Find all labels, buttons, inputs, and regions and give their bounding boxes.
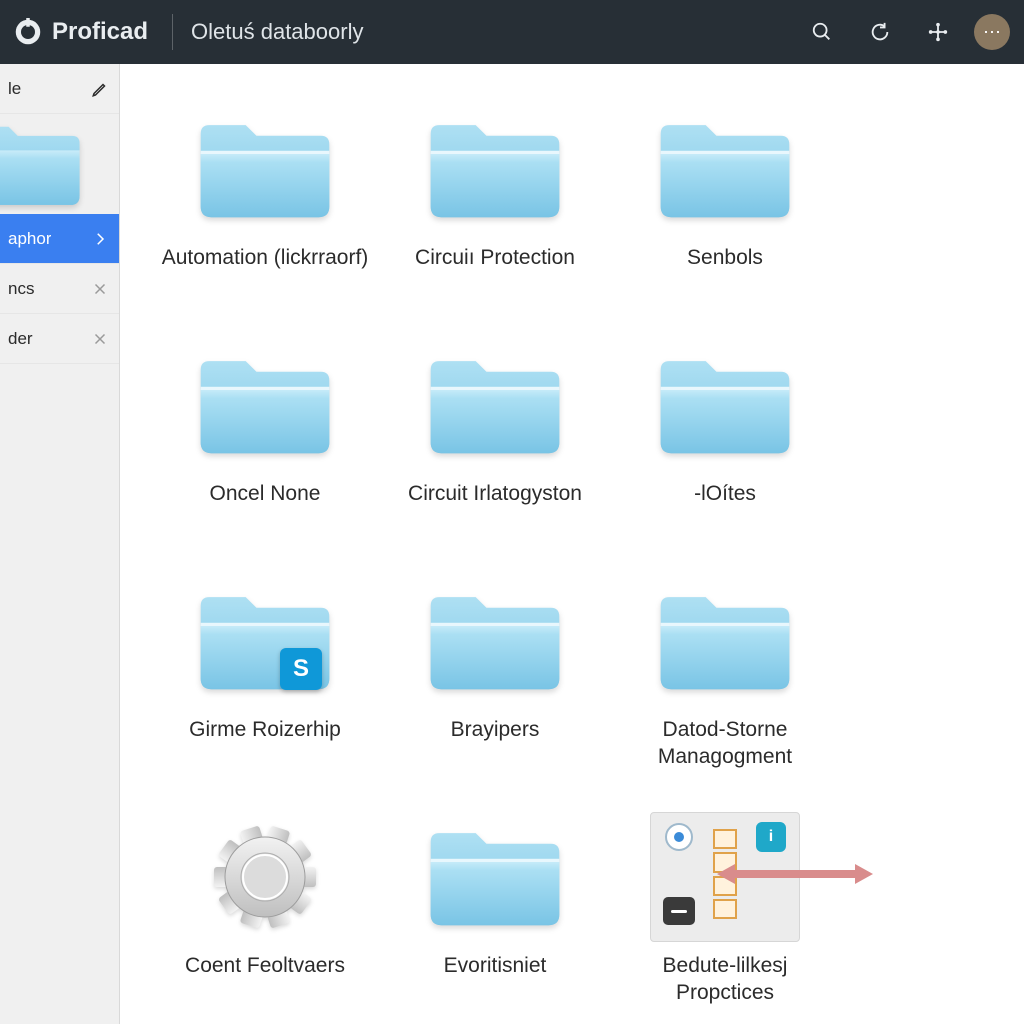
brand-name: Proficad — [52, 18, 148, 46]
grid-item[interactable]: Coent Feoltvaers — [150, 802, 380, 1008]
grid-item-label: Datod-Storne Managogment — [610, 716, 840, 772]
badge-icon: S — [280, 648, 322, 690]
sidebar-item-der[interactable]: der — [0, 314, 119, 364]
grid-item-label: Circuit Irlatogyston — [404, 480, 586, 536]
sidebar-item-label: der — [8, 329, 33, 349]
grid-item-label: Circuiı Protection — [411, 244, 579, 300]
folder-icon — [420, 109, 570, 229]
grid-item-label: Girme Roizerhip — [185, 716, 345, 772]
folder-icon — [650, 581, 800, 701]
refresh-icon — [869, 21, 891, 43]
grid-item-label: Oncel None — [206, 480, 325, 536]
search-icon — [811, 21, 833, 43]
sidebar: le aphor ncs der — [0, 64, 120, 1024]
chevron-right-icon — [91, 230, 109, 248]
folder-icon — [650, 345, 800, 465]
grid-item-label: -lOítes — [690, 480, 760, 536]
grid-item[interactable]: Circuiı Protection — [380, 94, 610, 300]
refresh-button[interactable] — [858, 10, 902, 54]
content-area: Automation (lickrraorf) Circuiı Protecti… — [120, 64, 1024, 1024]
brand: Proficad — [14, 18, 148, 46]
folder-icon — [190, 345, 340, 465]
pencil-icon — [91, 80, 109, 98]
header-separator — [172, 14, 173, 50]
folder-icon — [420, 345, 570, 465]
sidebar-item-ncs[interactable]: ncs — [0, 264, 119, 314]
app-header: Proficad Oletuś databoorly ⋯ — [0, 0, 1024, 64]
page-title: Oletuś databoorly — [191, 19, 363, 45]
brand-logo-icon — [14, 18, 42, 46]
grid-item-label: Evoritisniet — [440, 952, 551, 1008]
sync-icon — [927, 21, 949, 43]
sidebar-item-label: le — [8, 79, 21, 99]
folder-icon — [420, 817, 570, 937]
grid-item-label: Brayipers — [447, 716, 544, 772]
close-icon — [91, 280, 109, 298]
gear-icon — [205, 817, 325, 937]
properties-icon: i — [650, 812, 800, 942]
grid-item[interactable]: Oncel None — [150, 330, 380, 536]
folder-icon — [190, 109, 340, 229]
user-avatar[interactable]: ⋯ — [974, 14, 1010, 50]
folder-grid: Automation (lickrraorf) Circuiı Protecti… — [150, 94, 1004, 1024]
grid-item-label: Coent Feoltvaers — [181, 952, 349, 1008]
sidebar-item-le[interactable]: le — [0, 64, 119, 114]
sidebar-item-aphor[interactable]: aphor — [0, 214, 119, 264]
folder-icon — [650, 109, 800, 229]
grid-item-label: Senbols — [683, 244, 767, 300]
grid-item[interactable]: Circuit Irlatogyston — [380, 330, 610, 536]
grid-item[interactable]: Brayipers — [380, 566, 610, 772]
sidebar-item-label: ncs — [8, 279, 34, 299]
search-button[interactable] — [800, 10, 844, 54]
close-icon — [91, 330, 109, 348]
grid-item[interactable]: Evoritisniet — [380, 802, 610, 1008]
folder-icon — [420, 581, 570, 701]
grid-item[interactable]: Datod-Storne Managogment — [610, 566, 840, 772]
sidebar-folder-thumb[interactable] — [0, 114, 119, 214]
grid-item-label: Automation (lickrraorf) — [158, 244, 373, 300]
grid-item[interactable]: i Bedute-lilkesj Propctices — [610, 802, 840, 1008]
grid-item-label: Bedute-lilkesj Propctices — [610, 952, 840, 1008]
sidebar-item-label: aphor — [8, 229, 51, 249]
folder-icon — [0, 114, 90, 214]
grid-item[interactable]: Senbols — [610, 94, 840, 300]
grid-item[interactable]: Automation (lickrraorf) — [150, 94, 380, 300]
grid-item[interactable]: -lOítes — [610, 330, 840, 536]
sync-button[interactable] — [916, 10, 960, 54]
grid-item[interactable]: S Girme Roizerhip — [150, 566, 380, 772]
